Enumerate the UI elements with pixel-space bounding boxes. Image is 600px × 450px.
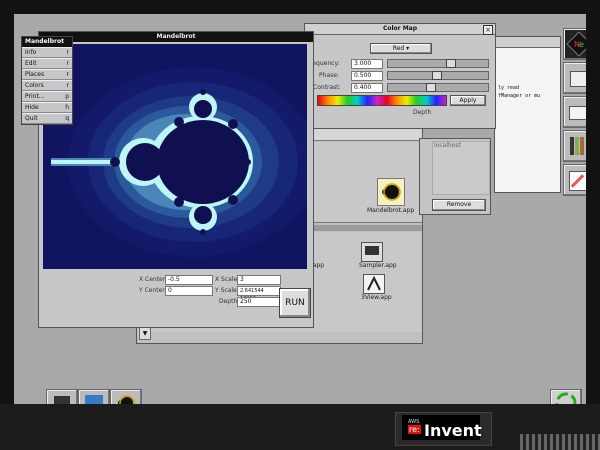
menu-item-label: Quit: [25, 115, 38, 122]
color-map-titlebar[interactable]: Color Map: [305, 24, 495, 35]
y-center-field[interactable]: 0: [165, 286, 213, 296]
x-center-field[interactable]: -0.5: [165, 275, 213, 285]
menu-item-label: Hide: [25, 104, 39, 111]
miniwindow-terminal-icon[interactable]: [46, 389, 78, 404]
phase-slider-knob[interactable]: [432, 71, 442, 80]
scroll-down-icon[interactable]: ▼: [140, 329, 150, 339]
menu-item-edit[interactable]: Edit r: [22, 58, 72, 69]
menu-item-quit[interactable]: Quit q: [22, 113, 72, 124]
mail-icon[interactable]: [563, 96, 586, 128]
mandelbrot-app-label[interactable]: Mandelbrot.app: [367, 207, 414, 214]
edit-pencil-icon[interactable]: [563, 164, 586, 196]
chevron-down-icon: ▾: [406, 45, 410, 52]
menu-item-places[interactable]: Places r: [22, 69, 72, 80]
next-logo-icon[interactable]: Ne: [563, 28, 586, 60]
menu-title: Mandelbrot: [22, 37, 72, 47]
menu-item-label: Edit: [25, 60, 37, 67]
text-line-2: fManager or mu: [498, 93, 541, 99]
menu-item-key: r: [66, 49, 69, 56]
close-icon[interactable]: ×: [483, 25, 493, 35]
host-list-window[interactable]: localhost Remove: [419, 138, 491, 215]
workspace-manager-icon[interactable]: [563, 62, 586, 94]
menu-item-label: Places: [25, 71, 45, 78]
desktop-screen: Mandelbrot.app ... r.app Sampler.app 3Vi…: [14, 14, 586, 404]
menu-item-label: Print...: [25, 93, 45, 100]
menu-item-key: r: [66, 82, 69, 89]
svg-text:e: e: [579, 40, 584, 49]
menu-item-key: r: [66, 60, 69, 67]
reinvent-badge: AWS re: Invent: [402, 415, 482, 440]
fractal-canvas[interactable]: [43, 44, 307, 269]
menu-item-label: Info: [25, 49, 37, 56]
monitor-bottom-bezel: [0, 404, 600, 450]
text-editor-titlebar[interactable]: [495, 37, 560, 48]
sampler-app-icon[interactable]: [361, 242, 383, 262]
menu-item-key: r: [66, 71, 69, 78]
mandelbrot-window[interactable]: Mandelbrot X Center -0.5 Y Center 0 X Sc…: [38, 31, 314, 328]
menu-item-colors[interactable]: Colors r: [22, 80, 72, 91]
x-scale-label: X Scale: [215, 276, 238, 283]
color-select-value: Red: [392, 45, 405, 52]
miniwindow-document-icon[interactable]: [78, 389, 110, 404]
menu-item-info[interactable]: Info r: [22, 47, 72, 58]
dock: Ne: [559, 28, 586, 203]
menu-item-key: p: [65, 93, 69, 100]
phase-field[interactable]: 0.500: [351, 71, 383, 81]
menu-item-key: h: [65, 104, 69, 111]
color-map-title: Color Map: [382, 25, 418, 32]
sampler-app-label[interactable]: Sampler.app: [359, 262, 397, 269]
host-list-box: [432, 141, 490, 195]
phase-slider[interactable]: [387, 71, 489, 80]
remove-button[interactable]: Remove: [432, 199, 486, 211]
frequency-slider[interactable]: [387, 59, 489, 68]
phase-label: Phase:: [319, 72, 339, 79]
menu-item-print[interactable]: Print... p: [22, 91, 72, 102]
depth-label: Depth: [219, 298, 238, 305]
text-editor-window[interactable]: ly read fManager or mu: [494, 36, 561, 193]
run-button[interactable]: RUN: [279, 288, 311, 318]
mandelbrot-app-icon[interactable]: [377, 178, 405, 206]
3view-app-icon[interactable]: [363, 274, 385, 294]
contrast-slider-knob[interactable]: [426, 83, 436, 92]
frequency-slider-knob[interactable]: [446, 59, 456, 68]
books-icon[interactable]: [563, 130, 586, 162]
menu-item-hide[interactable]: Hide h: [22, 102, 72, 113]
contrast-field[interactable]: 0.400: [351, 83, 383, 93]
mandelbrot-set-image: [43, 44, 307, 269]
y-center-label: Y Center: [139, 287, 165, 294]
color-map-panel[interactable]: Color Map × Red ▾ Frequency: 3.000 Phase…: [304, 23, 496, 129]
y-scale-label: Y Scale: [215, 287, 237, 294]
menu-item-key: q: [65, 115, 69, 122]
mandelbrot-title: Mandelbrot: [156, 33, 196, 40]
miniwindow-mandelbrot-icon[interactable]: [110, 389, 142, 404]
menu-item-label: Colors: [25, 82, 44, 89]
mandelbrot-titlebar[interactable]: Mandelbrot: [39, 32, 313, 42]
3view-app-label[interactable]: 3View.app: [361, 294, 392, 301]
text-line-1: ly read: [498, 85, 520, 91]
badge-invent: Invent: [424, 421, 482, 440]
apply-button[interactable]: Apply: [450, 95, 486, 106]
x-scale-field[interactable]: 3: [237, 275, 281, 285]
depth-field[interactable]: 250: [237, 297, 281, 307]
speaker-grille: [520, 434, 600, 450]
contrast-label: Contrast:: [313, 84, 341, 91]
application-menu[interactable]: Mandelbrot Info r Edit r Places r Colors r P…: [21, 36, 73, 125]
depth-caption: Depth: [413, 109, 432, 116]
badge-re: re:: [408, 425, 421, 434]
mandelbrot-controls: X Center -0.5 Y Center 0 X Scale 3 Y Sca…: [39, 272, 313, 327]
color-spectrum-bar: [317, 95, 447, 106]
contrast-slider[interactable]: [387, 83, 489, 92]
y-scale-field[interactable]: 2.641544 10262: [237, 286, 281, 302]
frequency-field[interactable]: 3.000: [351, 59, 383, 69]
color-select-popup[interactable]: Red ▾: [370, 43, 432, 54]
x-center-label: X Center: [139, 276, 166, 283]
recycler-icon[interactable]: [550, 389, 582, 404]
